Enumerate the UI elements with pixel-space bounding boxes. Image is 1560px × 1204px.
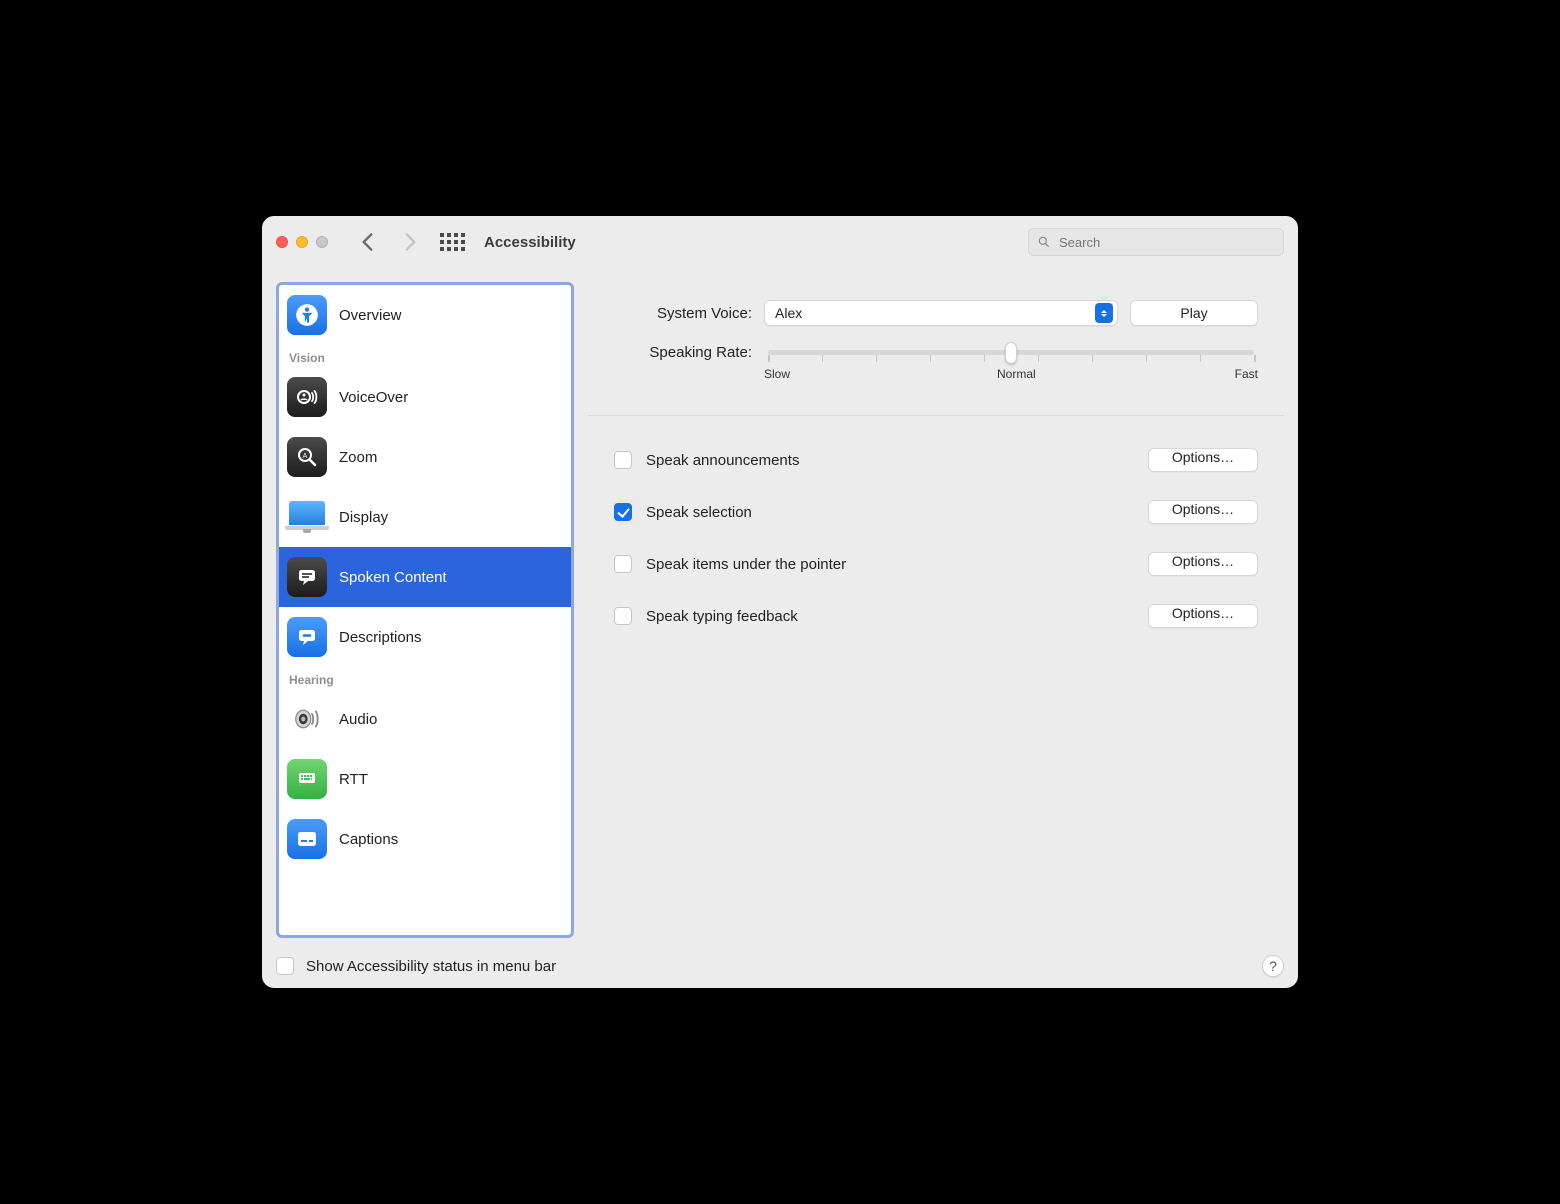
close-icon[interactable] <box>276 236 288 248</box>
audio-icon <box>287 699 327 739</box>
sidebar-item-label: Spoken Content <box>339 569 447 586</box>
sidebar-item-label: Display <box>339 509 388 526</box>
sidebar-item-display[interactable]: Display <box>279 487 571 547</box>
sidebar-item-label: Captions <box>339 831 398 848</box>
speak-selection-checkbox[interactable] <box>614 503 632 521</box>
voiceover-icon <box>287 377 327 417</box>
grid-icon <box>440 233 465 251</box>
sidebar-item-spoken-content[interactable]: Spoken Content <box>279 547 571 607</box>
sidebar-item-captions[interactable]: Captions <box>279 809 571 869</box>
sidebar-item-rtt[interactable]: RTT <box>279 749 571 809</box>
divider <box>588 415 1284 416</box>
speak-selection-row: Speak selection Options… <box>588 486 1284 538</box>
speak-selection-options-button[interactable]: Options… <box>1148 500 1258 524</box>
speak-pointer-row: Speak items under the pointer Options… <box>588 538 1284 590</box>
accessibility-window: Accessibility Overview Vision <box>262 216 1298 988</box>
sidebar-item-label: VoiceOver <box>339 389 408 406</box>
speak-announcements-label: Speak announcements <box>646 452 1134 469</box>
slider-knob[interactable] <box>1005 342 1017 364</box>
minimize-icon[interactable] <box>296 236 308 248</box>
sidebar[interactable]: Overview Vision VoiceOver A Zoom <box>276 282 574 938</box>
window-title: Accessibility <box>484 234 576 251</box>
forward-button <box>394 229 426 255</box>
zoom-window-icon <box>316 236 328 248</box>
search-field[interactable] <box>1028 228 1284 256</box>
svg-text:A: A <box>303 453 308 460</box>
sidebar-item-overview[interactable]: Overview <box>279 285 571 345</box>
sidebar-item-label: Audio <box>339 711 377 728</box>
speaking-rate-label: Speaking Rate: <box>614 344 752 361</box>
speak-typing-options-button[interactable]: Options… <box>1148 604 1258 628</box>
descriptions-icon <box>287 617 327 657</box>
speak-typing-label: Speak typing feedback <box>646 608 1134 625</box>
system-voice-value: Alex <box>775 305 1095 321</box>
help-button[interactable]: ? <box>1262 955 1284 977</box>
speaking-rate-row: Speaking Rate: <box>588 336 1284 391</box>
speak-announcements-options-button[interactable]: Options… <box>1148 448 1258 472</box>
main-pane: System Voice: Alex Play Speaking Rate: <box>588 282 1284 938</box>
rtt-icon <box>287 759 327 799</box>
speak-pointer-label: Speak items under the pointer <box>646 556 1134 573</box>
toolbar: Accessibility <box>262 216 1298 268</box>
system-voice-label: System Voice: <box>614 305 752 322</box>
search-input[interactable] <box>1057 234 1275 251</box>
footer: Show Accessibility status in menu bar ? <box>262 944 1298 988</box>
search-icon <box>1037 235 1051 249</box>
speak-pointer-checkbox[interactable] <box>614 555 632 573</box>
chevron-right-icon <box>397 229 423 255</box>
zoom-icon: A <box>287 437 327 477</box>
speak-typing-row: Speak typing feedback Options… <box>588 590 1284 642</box>
play-button[interactable]: Play <box>1130 300 1258 326</box>
status-menubar-checkbox[interactable] <box>276 957 294 975</box>
display-icon <box>287 497 327 537</box>
speak-announcements-checkbox[interactable] <box>614 451 632 469</box>
sidebar-item-audio[interactable]: Audio <box>279 689 571 749</box>
captions-icon <box>287 819 327 859</box>
speak-typing-checkbox[interactable] <box>614 607 632 625</box>
speak-selection-label: Speak selection <box>646 504 1134 521</box>
sidebar-item-label: Zoom <box>339 449 377 466</box>
speaking-rate-slider[interactable]: Slow Normal Fast <box>764 344 1258 381</box>
sidebar-item-label: RTT <box>339 771 368 788</box>
speak-announcements-row: Speak announcements Options… <box>588 434 1284 486</box>
rate-normal-label: Normal <box>997 367 1036 381</box>
speak-pointer-options-button[interactable]: Options… <box>1148 552 1258 576</box>
sidebar-item-voiceover[interactable]: VoiceOver <box>279 367 571 427</box>
system-voice-select[interactable]: Alex <box>764 300 1118 326</box>
spoken-content-icon <box>287 557 327 597</box>
show-all-button[interactable] <box>436 229 468 255</box>
sidebar-item-zoom[interactable]: A Zoom <box>279 427 571 487</box>
rate-fast-label: Fast <box>1235 367 1258 381</box>
body: Overview Vision VoiceOver A Zoom <box>262 268 1298 944</box>
system-voice-row: System Voice: Alex Play <box>588 300 1284 336</box>
select-caret-icon <box>1095 303 1113 323</box>
window-controls <box>276 236 328 248</box>
sidebar-item-descriptions[interactable]: Descriptions <box>279 607 571 667</box>
back-button[interactable] <box>352 229 384 255</box>
status-menubar-label: Show Accessibility status in menu bar <box>306 958 1250 975</box>
sidebar-group-vision: Vision <box>279 345 571 367</box>
rate-slow-label: Slow <box>764 367 790 381</box>
sidebar-item-label: Overview <box>339 307 402 324</box>
overview-icon <box>287 295 327 335</box>
sidebar-item-label: Descriptions <box>339 629 422 646</box>
sidebar-group-hearing: Hearing <box>279 667 571 689</box>
chevron-left-icon <box>355 229 381 255</box>
